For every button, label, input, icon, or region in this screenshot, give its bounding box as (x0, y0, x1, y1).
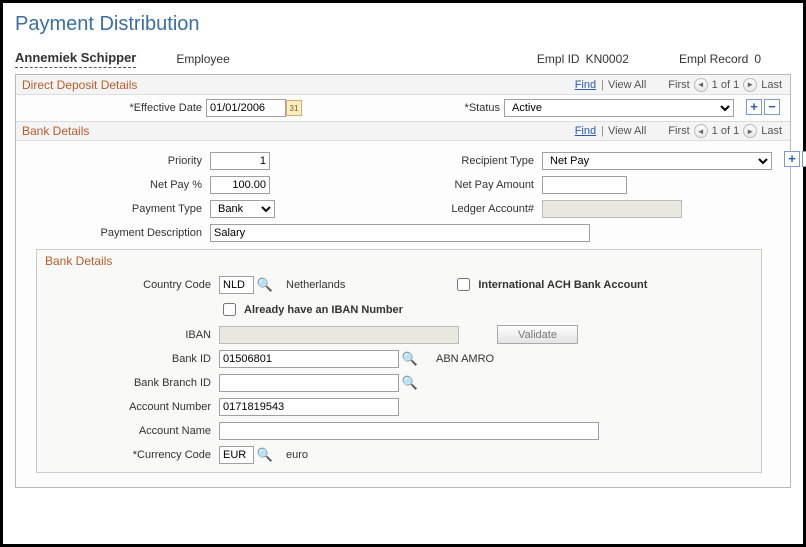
netpay-pct-input[interactable] (210, 176, 270, 194)
account-name-input[interactable] (219, 422, 599, 440)
currency-code-label: *Currency Code (45, 449, 215, 461)
empl-record-label: Empl Record (679, 52, 748, 66)
payment-type-label: Payment Type (26, 203, 206, 215)
recipient-type-label: Recipient Type (418, 155, 538, 167)
row-count: 1 of 1 (712, 79, 740, 91)
netpay-pct-label: Net Pay % (26, 179, 206, 191)
have-iban-label: Already have an IBAN Number (244, 304, 403, 316)
currency-code-input[interactable] (219, 446, 254, 464)
country-code-label: Country Code (45, 279, 215, 291)
direct-deposit-section: Direct Deposit Details Find | View All F… (15, 74, 791, 488)
page-title: Payment Distribution (15, 13, 791, 36)
status-select[interactable]: Active (504, 99, 734, 117)
recipient-type-select[interactable]: Net Pay (542, 152, 772, 170)
effective-date-input[interactable] (206, 99, 286, 117)
lookup-icon[interactable]: 🔍 (403, 376, 417, 390)
bank-branch-id-label: Bank Branch ID (45, 377, 215, 389)
empl-record-value: 0 (754, 52, 761, 66)
payment-description-label: Payment Description (26, 227, 206, 239)
priority-input[interactable] (210, 152, 270, 170)
last-label: Last (761, 79, 782, 91)
priority-label: Priority (26, 155, 206, 167)
view-all-link-bank[interactable]: View All (608, 125, 646, 137)
employee-type: Employee (176, 52, 229, 66)
bank-id-input[interactable] (219, 350, 399, 368)
empl-id-label: Empl ID (537, 52, 580, 66)
add-bank-row-button[interactable]: + (784, 151, 800, 167)
next-row-button[interactable]: ► (743, 78, 757, 92)
payment-description-input[interactable] (210, 224, 590, 242)
bank-id-description: ABN AMRO (436, 353, 494, 365)
bank-id-label: Bank ID (45, 353, 215, 365)
prev-row-button[interactable]: ◄ (694, 78, 708, 92)
add-row-button[interactable]: + (746, 99, 762, 115)
country-code-input[interactable] (219, 276, 254, 294)
lookup-icon[interactable]: 🔍 (403, 352, 417, 366)
direct-deposit-title: Direct Deposit Details (22, 78, 137, 92)
view-all-link[interactable]: View All (608, 79, 646, 91)
bank-details-inner-title: Bank Details (37, 250, 761, 272)
find-link[interactable]: Find (575, 79, 596, 91)
lookup-icon[interactable]: 🔍 (258, 278, 272, 292)
delete-row-button[interactable]: − (764, 99, 780, 115)
first-label: First (668, 79, 689, 91)
iban-label: IBAN (45, 329, 215, 341)
next-row-button-bank[interactable]: ► (743, 124, 757, 138)
status-label: *Status (444, 102, 504, 114)
account-name-label: Account Name (45, 425, 215, 437)
calendar-icon[interactable]: 31 (286, 100, 302, 116)
prev-row-button-bank[interactable]: ◄ (694, 124, 708, 138)
employee-name: Annemiek Schipper (15, 50, 136, 68)
international-ach-checkbox[interactable] (457, 278, 470, 291)
lookup-icon[interactable]: 🔍 (258, 448, 272, 462)
account-number-input[interactable] (219, 398, 399, 416)
netpay-amt-input[interactable] (542, 176, 627, 194)
empl-id-value: KN0002 (586, 52, 629, 66)
bank-details-group: Bank Details Country Code 🔍 Netherlands … (36, 249, 762, 473)
ledger-account-label: Ledger Account# (418, 203, 538, 215)
employee-header: Annemiek Schipper Employee Empl ID KN000… (15, 50, 791, 74)
netpay-amt-label: Net Pay Amount (418, 179, 538, 191)
currency-name: euro (286, 449, 308, 461)
effective-date-label: *Effective Date (26, 102, 206, 114)
payment-type-select[interactable]: Bank (210, 200, 275, 218)
iban-input (219, 326, 459, 344)
country-name: Netherlands (286, 279, 345, 291)
bank-branch-id-input[interactable] (219, 374, 399, 392)
have-iban-checkbox[interactable] (223, 303, 236, 316)
account-number-label: Account Number (45, 401, 215, 413)
validate-button[interactable]: Validate (497, 325, 578, 344)
bank-details-title: Bank Details (22, 124, 89, 138)
delete-bank-row-button[interactable]: − (802, 151, 806, 167)
ledger-account-input (542, 200, 682, 218)
find-link-bank[interactable]: Find (575, 125, 596, 137)
international-ach-label: International ACH Bank Account (478, 279, 647, 291)
